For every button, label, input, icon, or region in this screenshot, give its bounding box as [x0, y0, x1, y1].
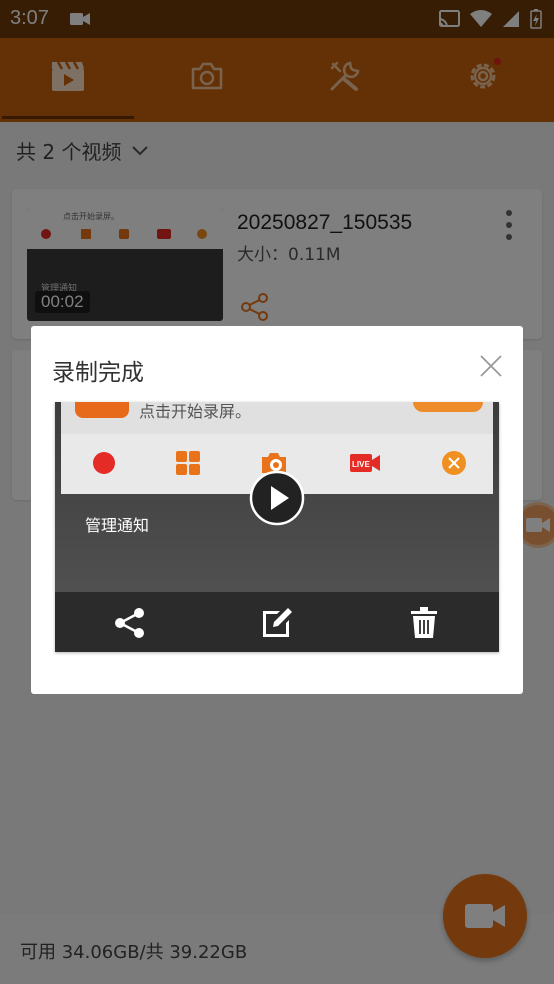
preview-start-pill — [413, 402, 483, 412]
play-icon[interactable] — [249, 470, 305, 526]
delete-icon[interactable] — [407, 606, 441, 640]
share-icon[interactable] — [113, 606, 147, 640]
grid-icon — [176, 451, 200, 475]
close-circle-icon — [442, 451, 466, 475]
live-label: LIVE — [352, 460, 370, 469]
preview-hint-text: 点击开始录屏。 — [139, 402, 252, 421]
live-stream-icon: LIVE — [350, 454, 380, 472]
preview-action-bar — [55, 592, 499, 652]
record-dot-icon — [93, 452, 115, 474]
preview-hint-row: 点击开始录屏。 — [61, 402, 493, 434]
edit-icon[interactable] — [260, 606, 294, 640]
video-preview[interactable]: 点击开始录屏。 LIVE 管理通知 — [55, 402, 499, 652]
dialog-title: 录制完成 — [52, 360, 144, 386]
app-logo-icon — [75, 402, 129, 418]
close-icon[interactable] — [479, 354, 503, 378]
recording-complete-dialog: 录制完成 点击开始录屏。 LIVE 管理通知 — [31, 326, 523, 694]
preview-manage-text: 管理通知 — [85, 516, 150, 535]
